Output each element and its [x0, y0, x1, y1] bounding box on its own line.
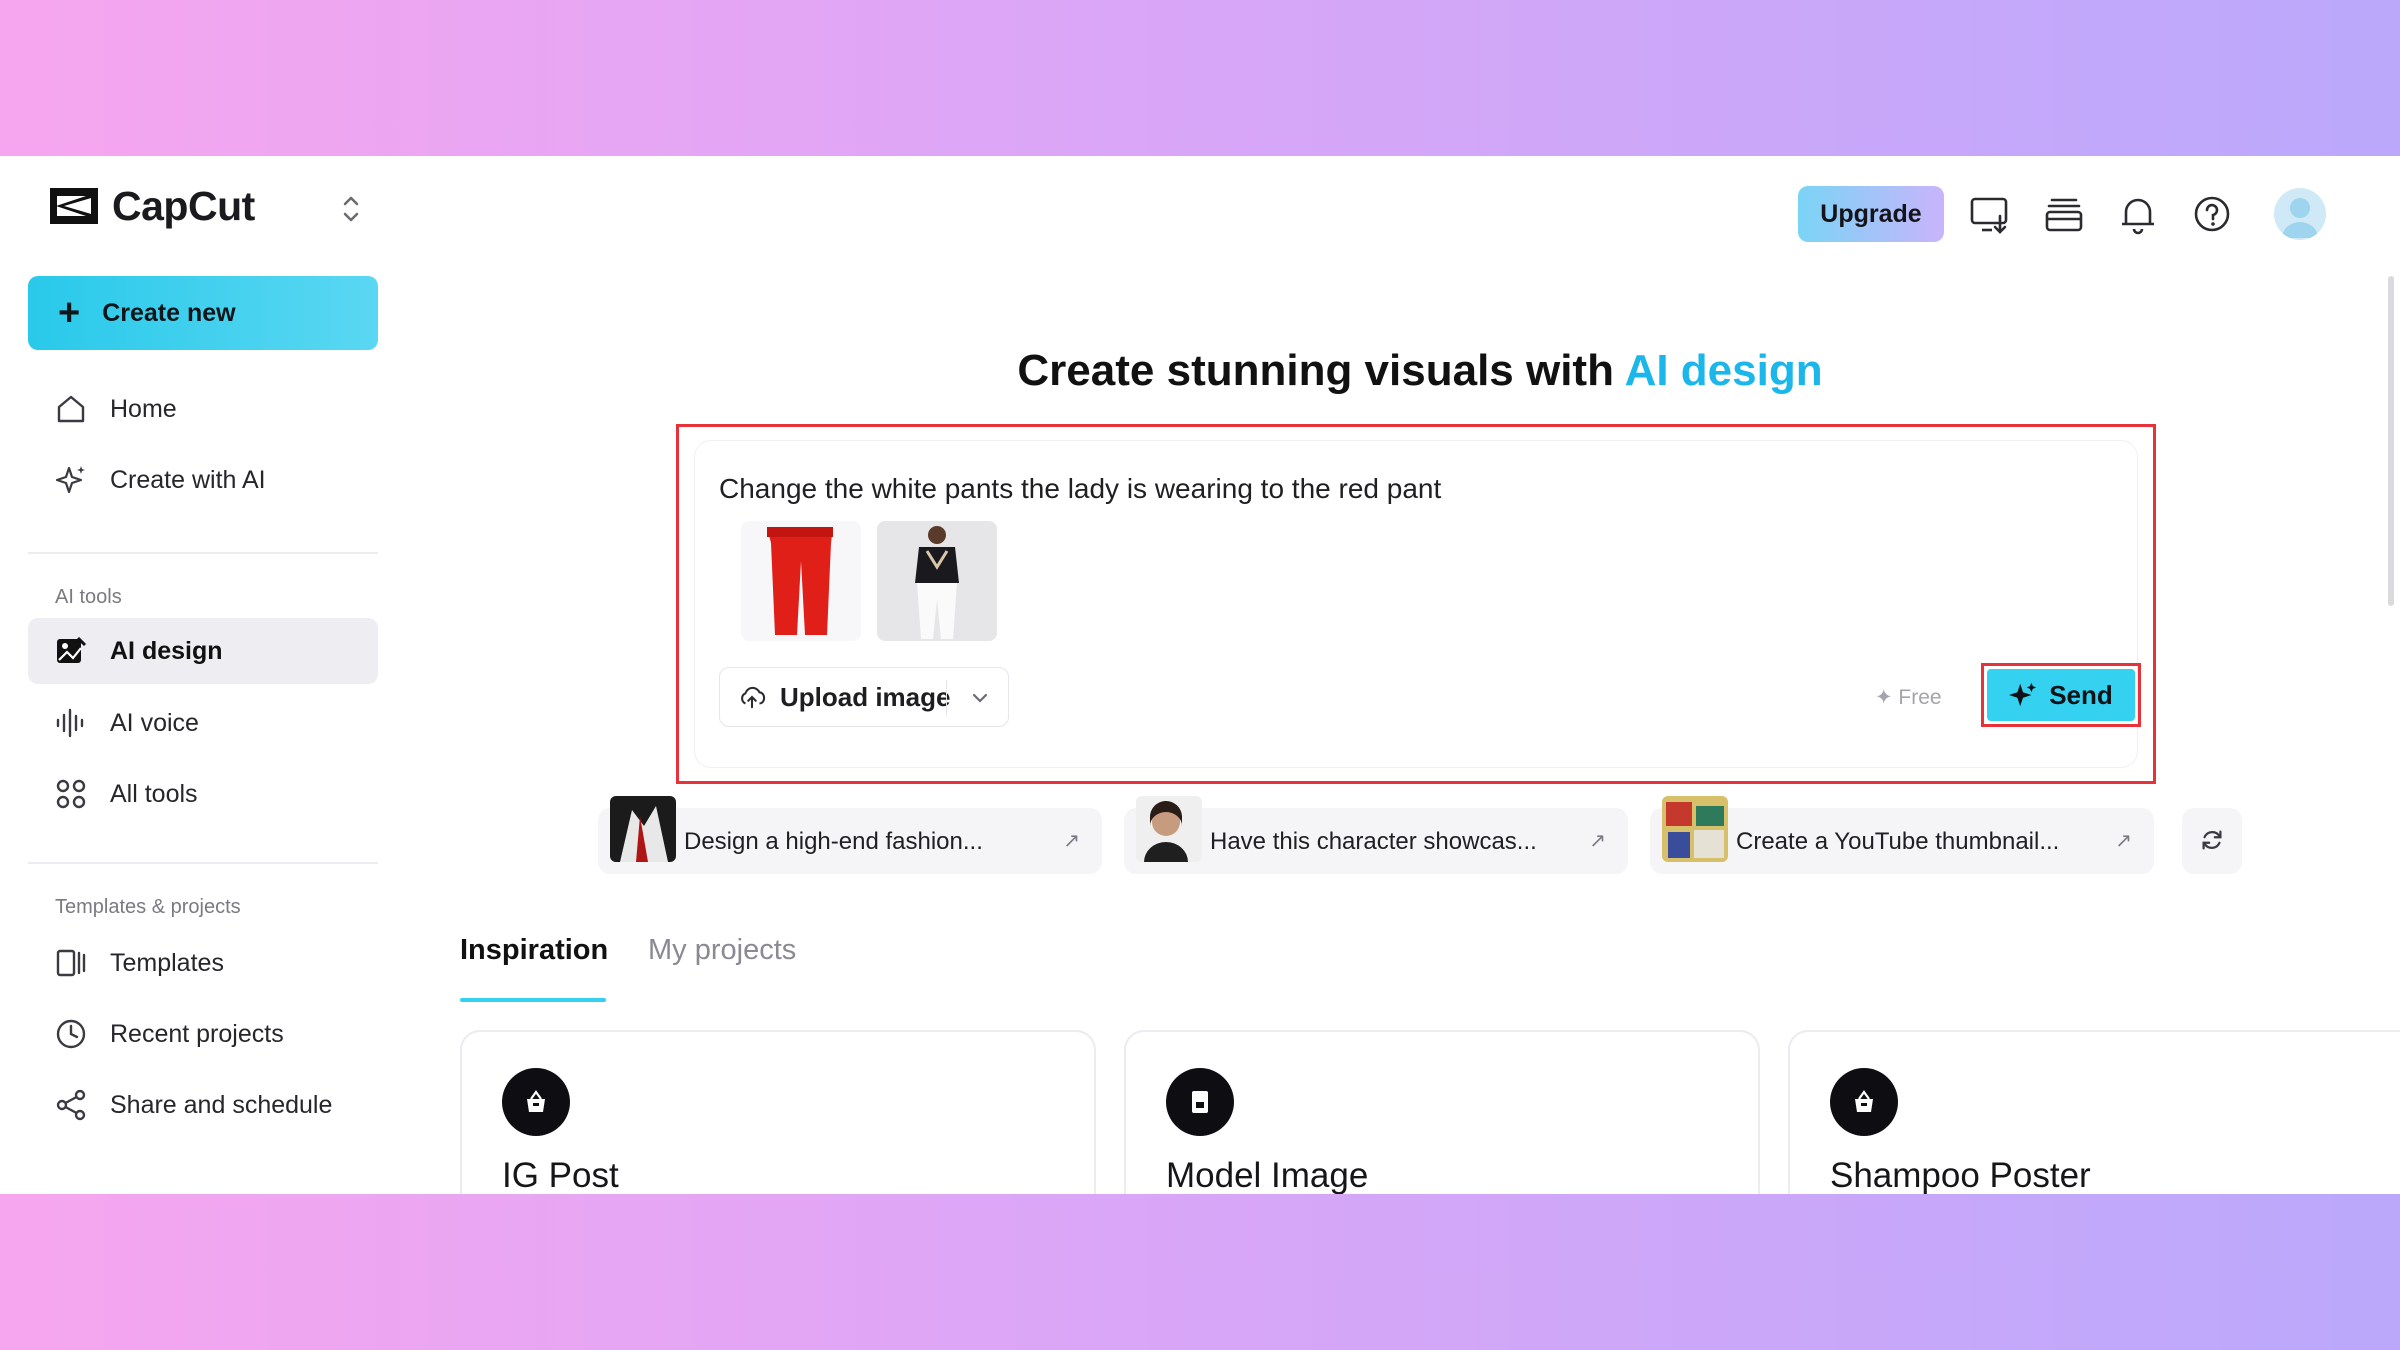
- tab-my-projects[interactable]: My projects: [648, 934, 796, 967]
- sidebar-item-label: Templates: [110, 948, 224, 977]
- app-name: CapCut: [112, 182, 255, 229]
- templates-icon: [56, 949, 86, 977]
- capcut-logo-icon: [50, 188, 98, 224]
- user-avatar-icon: [2282, 198, 2318, 238]
- send-label: Send: [2049, 679, 2113, 710]
- sparkle-icon: [55, 466, 85, 494]
- sidebar-item-home[interactable]: Home: [28, 376, 378, 442]
- sidebar-item-label: All tools: [110, 779, 198, 808]
- inspiration-card[interactable]: Shampoo Poster: [1788, 1030, 2400, 1194]
- refresh-suggestions-button[interactable]: [2182, 808, 2242, 874]
- sidebar-item-label: Create with AI: [110, 465, 266, 494]
- stack-icon[interactable]: [2042, 192, 2086, 236]
- workspace-switch-icon[interactable]: [338, 192, 364, 226]
- sidebar-item-label: Home: [110, 394, 177, 423]
- prompt-input[interactable]: Change the white pants the lady is weari…: [719, 473, 1441, 505]
- sidebar-item-label: AI design: [110, 636, 223, 665]
- sidebar-item-templates[interactable]: Templates: [28, 930, 378, 996]
- lady-image: [877, 521, 997, 641]
- fashion-thumbnail-image: [610, 796, 676, 862]
- capcut-logo[interactable]: CapCut: [46, 182, 255, 230]
- suggestion-thumbnail: [1662, 796, 1728, 862]
- sidebar-item-share-and-schedule[interactable]: Share and schedule: [28, 1072, 378, 1138]
- card-badge: [1830, 1068, 1898, 1136]
- share-icon: [56, 1089, 86, 1121]
- create-new-label: Create new: [102, 298, 236, 327]
- inspiration-card[interactable]: IG Post: [460, 1030, 1096, 1194]
- red-pants-image: [741, 521, 861, 641]
- active-tab-indicator: [460, 998, 606, 1002]
- arrow-up-right-icon: ↗: [1589, 830, 1606, 852]
- sidebar-item-ai-voice[interactable]: AI voice: [28, 690, 378, 756]
- sidebar-item-all-tools[interactable]: All tools: [28, 761, 378, 827]
- suggestion-text: Create a YouTube thumbnail...: [1736, 828, 2060, 855]
- sidebar-divider: [28, 862, 378, 864]
- sidebar-item-label: Recent projects: [110, 1019, 284, 1048]
- avatar[interactable]: [2274, 188, 2326, 240]
- inspiration-card[interactable]: Model Image: [1124, 1030, 1760, 1194]
- headline-prefix: Create stunning visuals with: [1017, 346, 1625, 395]
- card-title: Model Image: [1166, 1156, 1369, 1194]
- page-title: Create stunning visuals with AI design: [440, 346, 2400, 396]
- bag-icon: [1855, 1090, 1873, 1112]
- tab-inspiration[interactable]: Inspiration: [460, 934, 608, 967]
- suggestion-text: Design a high-end fashion...: [684, 828, 983, 855]
- suggestion-chip[interactable]: Create a YouTube thumbnail... ↗: [1650, 796, 2154, 874]
- suggestion-chip[interactable]: Have this character showcas... ↗: [1124, 796, 1628, 874]
- suggestion-text: Have this character showcas...: [1210, 828, 1537, 855]
- page-scrollbar[interactable]: [2388, 276, 2394, 606]
- lady-white-pants-thumbnail[interactable]: [877, 521, 997, 641]
- bell-icon[interactable]: [2116, 192, 2160, 236]
- sidebar-item-ai-design[interactable]: AI design: [28, 618, 378, 684]
- upload-image-label: Upload image: [780, 681, 951, 712]
- image-pencil-icon: [57, 636, 87, 663]
- chevron-down-icon[interactable]: [970, 688, 990, 708]
- card-title: IG Post: [502, 1156, 619, 1194]
- free-label: ✦ Free: [1875, 686, 1942, 709]
- sidebar-item-label: Share and schedule: [110, 1090, 333, 1119]
- plus-icon: +: [58, 292, 81, 334]
- sparkle-icon: [2009, 682, 2037, 707]
- refresh-icon: [2202, 829, 2222, 850]
- sidebar: CapCut + Create new Home Create with AI …: [0, 156, 400, 1194]
- home-icon: [57, 395, 85, 423]
- sidebar-item-recent-projects[interactable]: Recent projects: [28, 1001, 378, 1067]
- prompt-highlight-frame: Change the white pants the lady is weari…: [676, 424, 2156, 784]
- arrow-up-right-icon: ↗: [1063, 830, 1080, 852]
- sidebar-item-create-with-ai[interactable]: Create with AI: [28, 447, 378, 513]
- arrow-up-right-icon: ↗: [2115, 830, 2132, 852]
- sidebar-item-label: AI voice: [110, 708, 199, 737]
- section-label-templates: Templates & projects: [55, 896, 241, 918]
- cloud-upload-icon: [741, 686, 766, 709]
- red-pants-thumbnail[interactable]: [741, 521, 861, 641]
- document-icon: [1192, 1091, 1208, 1113]
- suggestion-thumbnail: [610, 796, 676, 862]
- section-label-ai-tools: AI tools: [55, 586, 122, 608]
- waveform-icon: [56, 708, 84, 738]
- create-new-button[interactable]: + Create new: [28, 276, 378, 350]
- youtube-thumbnail-image: [1662, 796, 1728, 862]
- sidebar-divider: [28, 552, 378, 554]
- bag-icon: [527, 1090, 545, 1112]
- help-icon[interactable]: [2190, 192, 2234, 236]
- suggestion-chip[interactable]: Design a high-end fashion... ↗: [598, 796, 1102, 874]
- character-thumbnail-image: [1136, 796, 1202, 862]
- download-desktop-icon[interactable]: [1968, 192, 2012, 236]
- upgrade-button[interactable]: Upgrade: [1798, 186, 1944, 242]
- card-title: Shampoo Poster: [1830, 1156, 2091, 1194]
- grid-icon: [56, 779, 86, 809]
- upload-separator: [946, 680, 947, 716]
- send-highlight-frame: Send: [1981, 663, 2141, 727]
- card-badge: [502, 1068, 570, 1136]
- card-badge: [1166, 1068, 1234, 1136]
- headline-accent: AI design: [1624, 346, 1823, 395]
- prompt-box[interactable]: Change the white pants the lady is weari…: [695, 441, 2141, 767]
- app-window: CapCut + Create new Home Create with AI …: [0, 156, 2400, 1194]
- clock-icon: [56, 1019, 86, 1049]
- upload-image-button[interactable]: Upload image: [719, 667, 1009, 727]
- send-button[interactable]: Send: [1987, 669, 2135, 721]
- suggestion-thumbnail: [1136, 796, 1202, 862]
